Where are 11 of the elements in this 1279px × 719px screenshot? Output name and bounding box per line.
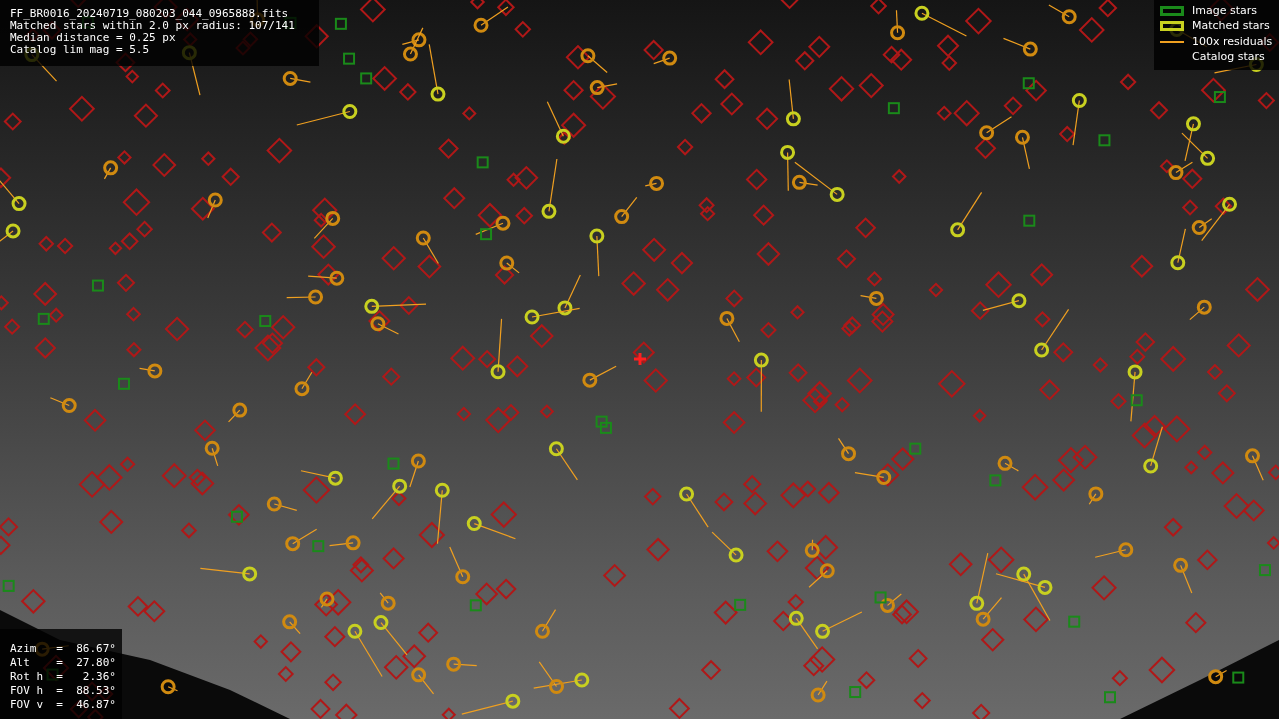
info-line: Median distance = 0.25 px — [10, 32, 177, 44]
line-swatch-icon — [1160, 40, 1184, 43]
square-swatch-icon — [1160, 5, 1184, 16]
legend-label: Catalog stars — [1192, 49, 1265, 65]
info-line: Catalog lim mag = 5.5 — [10, 44, 151, 56]
info-line: Matched stars within 2.0 px radius: 107/141 — [10, 20, 296, 32]
square-swatch-icon — [1160, 21, 1184, 32]
legend-label: Matched stars — [1192, 18, 1270, 34]
legend-label: Image stars — [1192, 2, 1257, 19]
legend-label: 100x residuals — [1192, 33, 1273, 50]
info-line: FF_BR0016_20240719_080203_044_0965888.fits — [10, 8, 290, 20]
